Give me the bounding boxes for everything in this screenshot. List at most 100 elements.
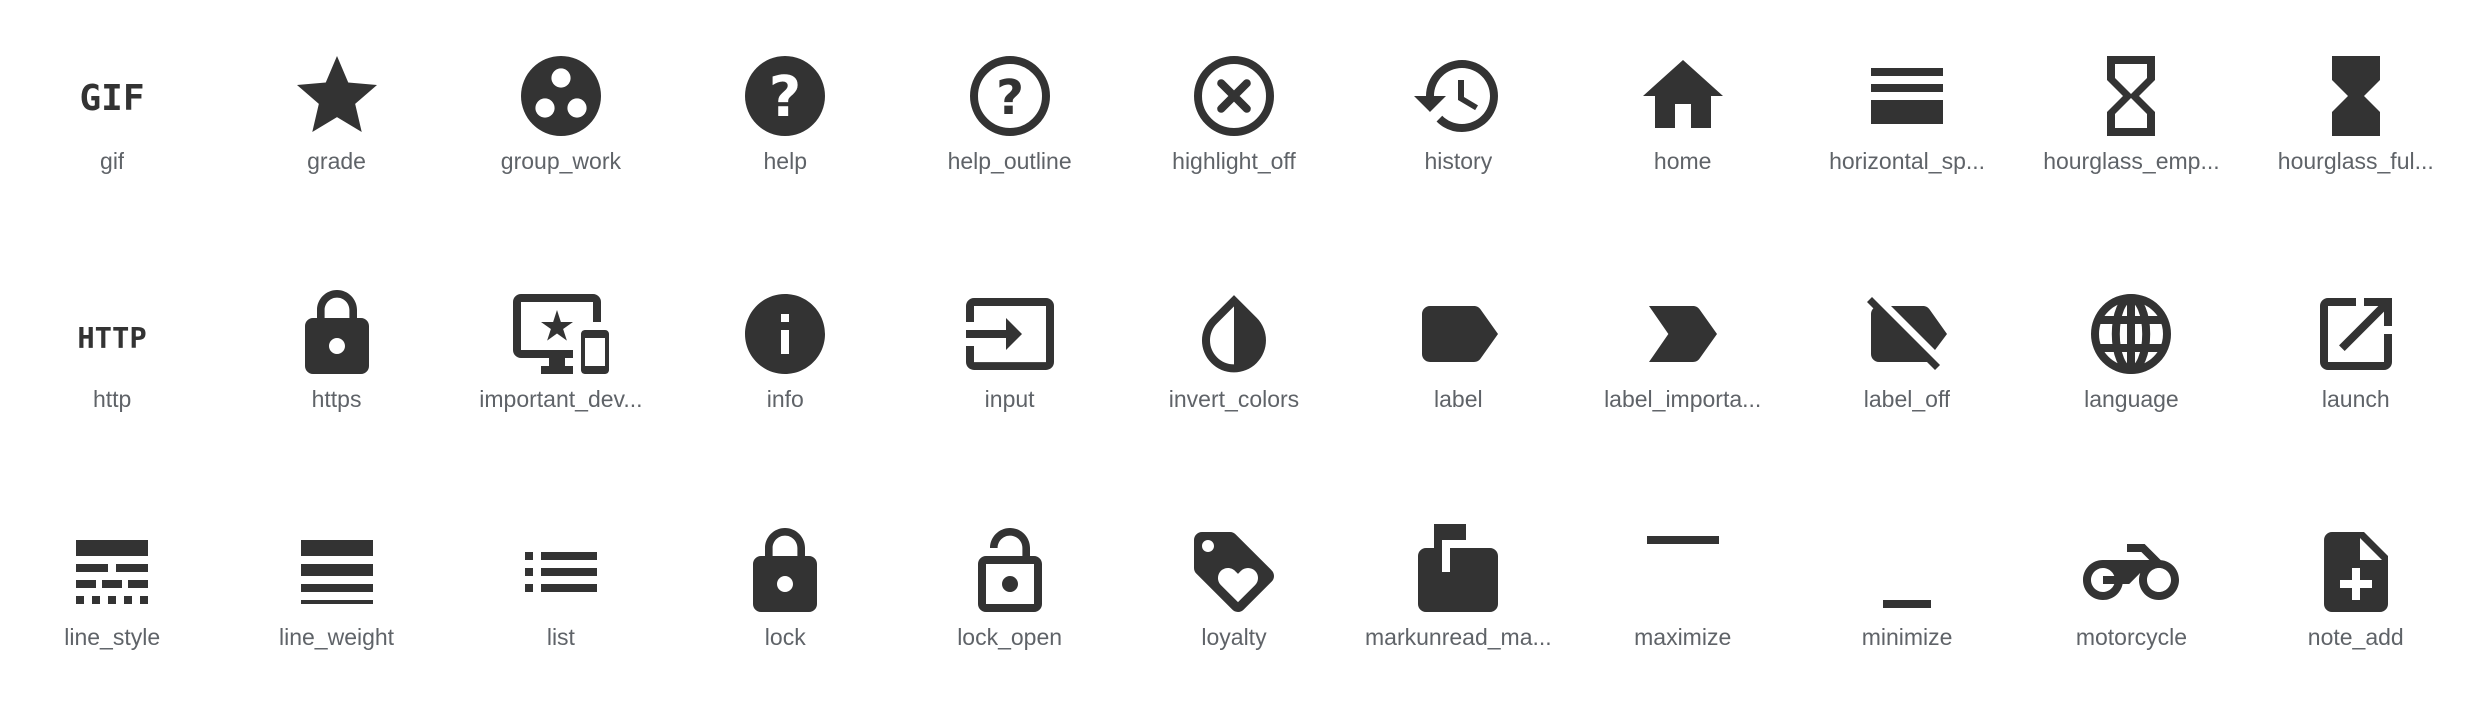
icon-tile-markunread-mailbox[interactable]: markunread_ma... [1346, 476, 1570, 714]
icon-label: note_add [2307, 624, 2404, 650]
icon-tile-grade[interactable]: grade [224, 0, 448, 238]
icon-tile-info[interactable]: info [673, 238, 897, 476]
icon-label: home [1653, 148, 1712, 174]
lock-icon [737, 524, 833, 620]
icon-tile-loyalty[interactable]: loyalty [1122, 476, 1346, 714]
grade-icon [289, 48, 385, 144]
icon-tile-lock[interactable]: lock [673, 476, 897, 714]
https-icon [289, 286, 385, 382]
highlight-off-icon [1186, 48, 1282, 144]
icon-tile-important-devices[interactable]: important_dev... [449, 238, 673, 476]
icon-tile-highlight-off[interactable]: highlight_off [1122, 0, 1346, 238]
icon-label: grade [307, 148, 366, 174]
icon-tile-minimize[interactable]: minimize [1795, 476, 2019, 714]
icon-label: info [766, 386, 804, 412]
icon-label: https [311, 386, 362, 412]
history-icon [1410, 48, 1506, 144]
language-icon [2083, 286, 2179, 382]
icon-label: help_outline [947, 148, 1072, 174]
gif-icon: GIF [64, 48, 160, 144]
invert-colors-icon [1186, 286, 1282, 382]
maximize-icon [1635, 524, 1731, 620]
icon-tile-https[interactable]: https [224, 238, 448, 476]
icon-tile-label-important[interactable]: label_importa... [1571, 238, 1795, 476]
icon-label: http [92, 386, 132, 412]
icon-label: highlight_off [1172, 148, 1296, 174]
markunread-mailbox-icon [1410, 524, 1506, 620]
launch-icon [2308, 286, 2404, 382]
icon-label: input [984, 386, 1035, 412]
list-icon [513, 524, 609, 620]
icon-tile-label-off[interactable]: label_off [1795, 238, 2019, 476]
important-devices-icon [512, 286, 609, 382]
icon-label: lock [764, 624, 806, 650]
help-icon: ? [737, 48, 833, 144]
icon-tile-note-add[interactable]: note_add [2244, 476, 2468, 714]
icon-label: important_dev... [479, 386, 643, 412]
icon-label: group_work [500, 148, 621, 174]
icon-label: minimize [1861, 624, 1953, 650]
input-icon [962, 286, 1058, 382]
icon-label: label_importa... [1604, 386, 1762, 412]
icon-tile-input[interactable]: input [897, 238, 1121, 476]
icon-tile-invert-colors[interactable]: invert_colors [1122, 238, 1346, 476]
icon-tile-history[interactable]: history [1346, 0, 1570, 238]
icon-tile-line-style[interactable]: line_style [0, 476, 224, 714]
line-style-icon [64, 524, 160, 620]
icon-label: language [2084, 386, 2179, 412]
icon-label: horizontal_sp... [1829, 148, 1986, 174]
icon-label: label [1434, 386, 1483, 412]
icon-label: label_off [1863, 386, 1951, 412]
note-add-icon [2308, 524, 2404, 620]
icon-grid: GIF gif grade group_work ? help ? help_o… [0, 0, 2468, 714]
icon-tile-language[interactable]: language [2019, 238, 2243, 476]
http-icon: HTTP [64, 286, 160, 382]
icon-label: hourglass_emp... [2043, 148, 2220, 174]
icon-label: motorcycle [2075, 624, 2188, 650]
icon-tile-line-weight[interactable]: line_weight [224, 476, 448, 714]
icon-label: help [763, 148, 807, 174]
motorcycle-icon [2083, 524, 2180, 620]
icon-tile-label[interactable]: label [1346, 238, 1570, 476]
icon-label: markunread_ma... [1365, 624, 1552, 650]
icon-tile-help[interactable]: ? help [673, 0, 897, 238]
help-outline-icon: ? [962, 48, 1058, 144]
svg-text:?: ? [769, 65, 801, 130]
label-off-icon [1859, 286, 1955, 382]
icon-tile-hourglass-full[interactable]: hourglass_ful... [2244, 0, 2468, 238]
icon-label: line_style [64, 624, 161, 650]
home-icon [1635, 48, 1731, 144]
icon-label: loyalty [1201, 624, 1267, 650]
icon-tile-horizontal-split[interactable]: horizontal_sp... [1795, 0, 2019, 238]
horizontal-split-icon [1859, 48, 1955, 144]
icon-label: line_weight [278, 624, 395, 650]
label-icon [1410, 286, 1506, 382]
icon-tile-lock-open[interactable]: lock_open [897, 476, 1121, 714]
hourglass-empty-icon [2083, 48, 2179, 144]
icon-tile-group-work[interactable]: group_work [449, 0, 673, 238]
icon-tile-launch[interactable]: launch [2244, 238, 2468, 476]
svg-text:HTTP: HTTP [77, 321, 146, 355]
lock-open-icon [962, 524, 1058, 620]
icon-tile-list[interactable]: list [449, 476, 673, 714]
icon-label: gif [100, 148, 125, 174]
info-icon [737, 286, 833, 382]
icon-label: launch [2321, 386, 2390, 412]
icon-tile-help-outline[interactable]: ? help_outline [897, 0, 1121, 238]
svg-text:GIF: GIF [80, 78, 145, 119]
icon-tile-home[interactable]: home [1571, 0, 1795, 238]
minimize-icon [1859, 524, 1955, 620]
icon-label: invert_colors [1168, 386, 1300, 412]
label-important-icon [1635, 286, 1731, 382]
icon-label: list [546, 624, 575, 650]
icon-label: lock_open [957, 624, 1063, 650]
icon-tile-hourglass-empty[interactable]: hourglass_emp... [2019, 0, 2243, 238]
icon-label: maximize [1634, 624, 1732, 650]
loyalty-icon [1186, 524, 1282, 620]
icon-tile-motorcycle[interactable]: motorcycle [2019, 476, 2243, 714]
icon-tile-http[interactable]: HTTP http [0, 238, 224, 476]
icon-tile-maximize[interactable]: maximize [1571, 476, 1795, 714]
icon-tile-gif[interactable]: GIF gif [0, 0, 224, 238]
icon-label: history [1424, 148, 1493, 174]
svg-text:?: ? [996, 70, 1024, 126]
